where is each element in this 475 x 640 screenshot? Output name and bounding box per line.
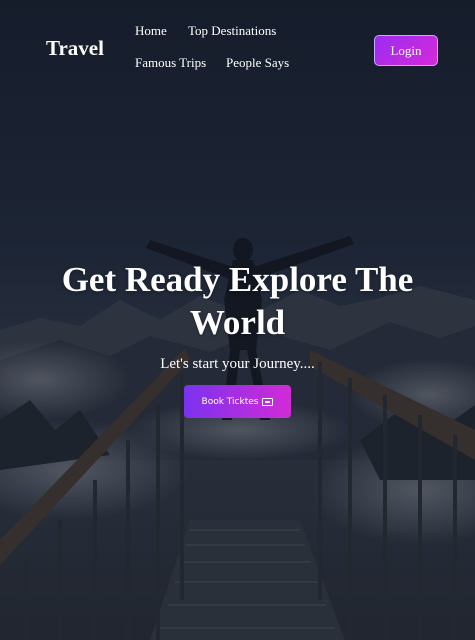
nav-link-people-says[interactable]: People Says <box>226 55 289 71</box>
nav-link-home[interactable]: Home <box>135 23 167 39</box>
hero-title: Get Ready Explore The World <box>61 260 414 342</box>
hero-section: Travel Home Top Destinations Famous Trip… <box>0 0 475 640</box>
brand-logo[interactable]: Travel <box>46 36 104 61</box>
navbar: Travel Home Top Destinations Famous Trip… <box>0 0 475 100</box>
ticket-icon <box>262 397 274 406</box>
nav-link-top-destinations[interactable]: Top Destinations <box>188 23 276 39</box>
hero-content: Get Ready Explore The World Let's start … <box>0 258 475 418</box>
book-tickets-label: Book Ticktes <box>201 396 259 407</box>
hero-subtitle: Let's start your Journey.... <box>160 356 315 372</box>
book-tickets-button[interactable]: Book Ticktes <box>183 385 292 418</box>
nav-link-famous-trips[interactable]: Famous Trips <box>135 55 206 71</box>
login-button[interactable]: Login <box>374 35 438 66</box>
